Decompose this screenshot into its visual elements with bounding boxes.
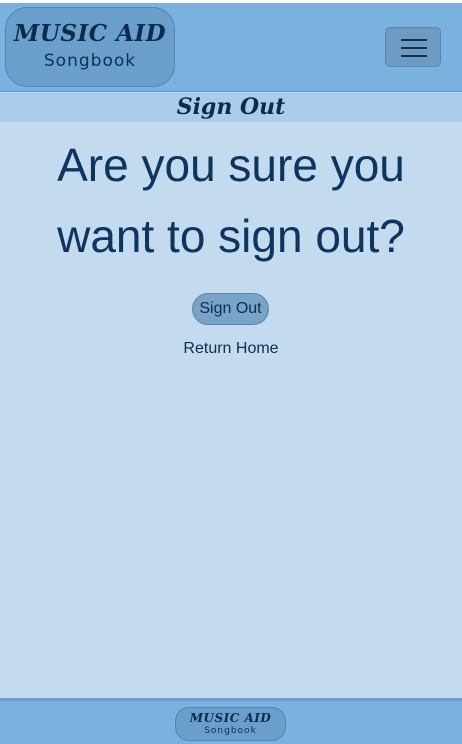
brand-subtitle: Songbook xyxy=(43,51,137,71)
page: MUSIC AID Songbook Sign Out Are you sure… xyxy=(0,0,462,744)
brand-title: MUSIC AID xyxy=(13,20,167,47)
question-line-1: Are you sure you xyxy=(57,139,405,191)
signout-question: Are you sure you want to sign out? xyxy=(0,130,462,272)
footer-brand-link[interactable]: MUSIC AID Songbook xyxy=(175,707,286,741)
page-title-band: Sign Out xyxy=(0,93,462,122)
question-line-2: want to sign out? xyxy=(57,210,405,262)
menu-toggle-button[interactable] xyxy=(385,27,441,67)
site-footer: MUSIC AID Songbook xyxy=(0,698,462,744)
brand-logo-link[interactable]: MUSIC AID Songbook xyxy=(5,7,175,87)
footer-brand-title: MUSIC AID xyxy=(189,711,272,725)
sign-out-button[interactable]: Sign Out xyxy=(192,293,269,325)
return-home-link[interactable]: Return Home xyxy=(183,340,278,357)
footer-brand-subtitle: Songbook xyxy=(204,726,257,736)
return-home-link-row: Return Home xyxy=(0,339,462,359)
page-title: Sign Out xyxy=(176,94,286,120)
site-header: MUSIC AID Songbook xyxy=(0,3,462,92)
